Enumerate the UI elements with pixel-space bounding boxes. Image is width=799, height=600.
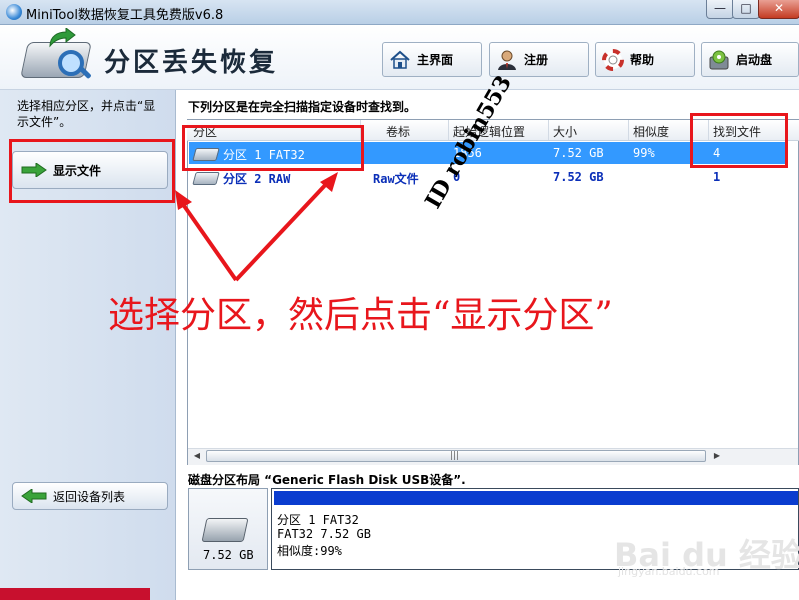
- cell-size: 7.52 GB: [553, 170, 604, 184]
- cell-found: 1: [713, 170, 721, 184]
- column-divider: [548, 120, 549, 140]
- app-icon: [6, 4, 22, 20]
- boot-disc-icon: [709, 50, 729, 69]
- disk-size: 7.52 GB: [203, 548, 254, 562]
- partition-fs-size: FAT32 7.52 GB: [277, 527, 371, 541]
- column-divider: [628, 120, 629, 140]
- column-divider: [448, 120, 449, 140]
- partition-bar: [274, 491, 798, 505]
- boot-disc-button-label: 启动盘: [736, 53, 773, 67]
- highlight-box: [690, 113, 788, 168]
- home-button[interactable]: 主界面: [382, 42, 482, 77]
- arrow-left-icon: [21, 489, 47, 503]
- cell-size: 7.52 GB: [553, 146, 604, 160]
- column-header-similarity[interactable]: 相似度: [633, 123, 669, 140]
- instruction-text: 选择相应分区，并点击“显示文件”。: [17, 99, 156, 129]
- annotation-arrows: [175, 172, 338, 282]
- highlight-box: [9, 139, 175, 203]
- scroll-left-arrow[interactable]: ◀: [190, 450, 204, 462]
- page-title: 分区丢失恢复: [104, 48, 279, 78]
- column-header-size[interactable]: 大小: [553, 123, 577, 140]
- baidu-watermark-url: jingyan.baidu.com: [618, 565, 720, 578]
- help-button-label: 帮助: [630, 53, 655, 67]
- minitool-logo-strip: [0, 588, 150, 600]
- user-icon: [498, 50, 516, 70]
- disk-layout-caption: 磁盘分区布局 “Generic Flash Disk USB设备”.: [188, 473, 466, 487]
- home-button-label: 主界面: [417, 53, 454, 67]
- back-button-label: 返回设备列表: [53, 489, 126, 504]
- scroll-right-arrow[interactable]: ▶: [710, 450, 724, 462]
- window-title: MiniTool数据恢复工具免费版v6.8: [26, 8, 224, 23]
- recover-arrow-icon: [49, 28, 76, 48]
- minimize-button[interactable]: —: [706, 0, 734, 19]
- help-button[interactable]: 帮助: [595, 42, 695, 77]
- partition-similarity: 相似度:99%: [277, 544, 342, 558]
- hard-disk-icon: [201, 518, 249, 542]
- lifebuoy-icon: [602, 48, 624, 71]
- register-button-label: 注册: [524, 53, 549, 67]
- register-button[interactable]: 注册: [489, 42, 589, 77]
- partition-name: 分区 1 FAT32: [277, 513, 359, 527]
- scrollbar-grip: |||: [450, 451, 460, 461]
- close-button[interactable]: ✕: [758, 0, 799, 19]
- maximize-button[interactable]: □: [732, 0, 760, 19]
- home-icon: [390, 50, 410, 69]
- back-to-devices-button[interactable]: 返回设备列表: [12, 482, 168, 510]
- cell-label: Raw文件: [373, 172, 419, 186]
- cell-similarity: 99%: [633, 146, 655, 160]
- content-caption: 下列分区是在完全扫描指定设备时查找到。: [188, 100, 417, 114]
- annotation-note: 选择分区，然后点击“显示分区”: [108, 295, 613, 336]
- boot-disc-button[interactable]: 启动盘: [701, 42, 799, 77]
- column-header-label[interactable]: 卷标: [386, 123, 410, 140]
